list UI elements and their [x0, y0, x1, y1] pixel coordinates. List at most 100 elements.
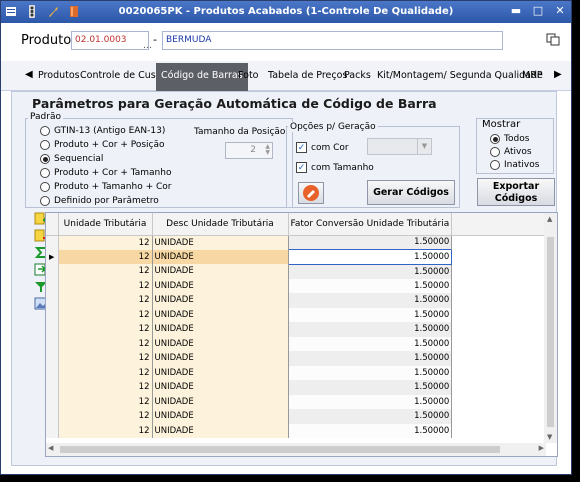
table-row[interactable]: 12 UNIDADE 1.50000: [46, 278, 555, 293]
table-cell[interactable]: 12: [58, 394, 153, 409]
scroll-left-icon[interactable]: ◀: [48, 444, 53, 452]
table-cell[interactable]: 12: [58, 365, 153, 380]
tab-controle-de-custo[interactable]: Controle de Custo: [80, 70, 165, 81]
col-header-fator-conversao[interactable]: Fator Conversão Unidade Tributária: [288, 213, 453, 236]
maximize-button[interactable]: □: [531, 4, 545, 18]
row-indicator[interactable]: [46, 394, 59, 409]
table-cell[interactable]: 12: [58, 307, 153, 322]
col-header-unidade-tributaria[interactable]: Unidade Tributária: [58, 213, 153, 236]
exportar-codigos-button[interactable]: Exportar Códigos: [477, 178, 555, 206]
eraser-button[interactable]: [298, 182, 324, 204]
table-cell[interactable]: 1.50000: [288, 307, 453, 322]
table-cell[interactable]: 1.50000: [287, 249, 453, 265]
row-indicator[interactable]: [46, 307, 59, 322]
vertical-scrollbar[interactable]: ▲ ▼: [544, 213, 557, 443]
table-cell[interactable]: UNIDADE: [152, 423, 289, 438]
table-cell[interactable]: UNIDADE: [152, 351, 289, 366]
padrao-option-produto-cor-tamanho[interactable]: Produto + Cor + Tamanho: [40, 168, 171, 178]
row-indicator[interactable]: [46, 235, 59, 250]
table-cell[interactable]: 12: [58, 264, 153, 279]
table-cell[interactable]: UNIDADE: [152, 409, 289, 424]
table-cell[interactable]: 1.50000: [288, 293, 453, 308]
table-cell[interactable]: UNIDADE: [152, 336, 289, 351]
table-cell[interactable]: 12: [58, 293, 153, 308]
scroll-up-icon[interactable]: ▲: [547, 215, 552, 223]
table-cell[interactable]: 1.50000: [288, 380, 453, 395]
radio-indicator[interactable]: [490, 147, 500, 157]
padrao-option-produto-tamanho-cor[interactable]: Produto + Tamanho + Cor: [40, 182, 171, 192]
horizontal-scrollbar[interactable]: ◀ ▶: [46, 443, 546, 456]
tab-tabela-de-precos[interactable]: Tabela de Preços: [268, 70, 347, 81]
tab-foto[interactable]: Foto: [238, 70, 258, 81]
table-cell[interactable]: UNIDADE: [152, 249, 289, 264]
spinner-arrows-icon[interactable]: ▲ ▼: [265, 144, 270, 156]
radio-indicator[interactable]: [40, 182, 50, 192]
table-cell[interactable]: 1.50000: [288, 365, 453, 380]
row-indicator[interactable]: [46, 264, 59, 279]
table-cell[interactable]: 1.50000: [288, 394, 453, 409]
table-row[interactable]: ▶ 12 UNIDADE 1.50000: [46, 249, 555, 265]
table-cell[interactable]: UNIDADE: [152, 293, 289, 308]
radio-indicator[interactable]: [490, 134, 500, 144]
table-row[interactable]: 12 UNIDADE 1.50000: [46, 365, 555, 380]
tab-kit-montagem[interactable]: Kit/Montagem/ Segunda Qualidade: [377, 70, 543, 81]
table-cell[interactable]: UNIDADE: [152, 264, 289, 279]
table-cell[interactable]: 12: [58, 249, 153, 264]
table-cell[interactable]: 12: [58, 322, 153, 337]
table-row[interactable]: 12 UNIDADE 1.50000: [46, 380, 555, 395]
table-cell[interactable]: 12: [58, 380, 153, 395]
mostrar-option-todos[interactable]: Todos: [490, 134, 529, 144]
table-cell[interactable]: 1.50000: [288, 336, 453, 351]
product-description-field[interactable]: BERMUDA: [162, 31, 503, 50]
com-tamanho-checkbox[interactable]: ✓ com Tamanho: [296, 162, 374, 173]
table-cell[interactable]: UNIDADE: [152, 365, 289, 380]
row-indicator[interactable]: [46, 423, 59, 438]
close-button[interactable]: ✕: [553, 4, 567, 18]
table-cell[interactable]: 1.50000: [288, 322, 453, 337]
vertical-scroll-thumb[interactable]: [547, 237, 554, 427]
com-cor-checkbox[interactable]: ✓ com Cor: [296, 142, 349, 153]
radio-indicator[interactable]: [40, 154, 50, 164]
tab-packs[interactable]: Packs: [344, 70, 371, 81]
row-indicator[interactable]: [46, 278, 59, 293]
table-row[interactable]: 12 UNIDADE 1.50000: [46, 264, 555, 279]
col-header-desc-unidade-tributaria[interactable]: Desc Unidade Tributária: [152, 213, 289, 236]
radio-indicator[interactable]: [490, 160, 500, 170]
padrao-option-sequencial[interactable]: Sequencial: [40, 154, 103, 164]
row-indicator[interactable]: [46, 365, 59, 380]
table-row[interactable]: 12 UNIDADE 1.50000: [46, 423, 555, 438]
table-row[interactable]: 12 UNIDADE 1.50000: [46, 351, 555, 366]
table-cell[interactable]: UNIDADE: [152, 322, 289, 337]
table-row[interactable]: 12 UNIDADE 1.50000: [46, 235, 555, 250]
radio-indicator[interactable]: [40, 140, 50, 150]
radio-indicator[interactable]: [40, 196, 50, 206]
table-row[interactable]: 12 UNIDADE 1.50000: [46, 322, 555, 337]
radio-indicator[interactable]: [40, 126, 50, 136]
scroll-right-icon[interactable]: ▶: [539, 444, 544, 452]
tab-produtos[interactable]: Produtos: [38, 70, 80, 81]
cor-select[interactable]: ▼: [367, 138, 432, 155]
tab-mrp[interactable]: MRP: [522, 70, 543, 81]
table-cell[interactable]: UNIDADE: [152, 235, 289, 250]
scroll-down-icon[interactable]: ▼: [547, 433, 552, 441]
row-indicator[interactable]: [46, 380, 59, 395]
table-cell[interactable]: 12: [58, 423, 153, 438]
table-cell[interactable]: 12: [58, 409, 153, 424]
table-row[interactable]: 12 UNIDADE 1.50000: [46, 336, 555, 351]
table-cell[interactable]: 1.50000: [288, 409, 453, 424]
row-indicator[interactable]: [46, 293, 59, 308]
mostrar-option-inativos[interactable]: Inativos: [490, 160, 539, 170]
table-cell[interactable]: 12: [58, 278, 153, 293]
row-indicator[interactable]: ▶: [46, 249, 59, 264]
table-cell[interactable]: UNIDADE: [152, 380, 289, 395]
table-row[interactable]: 12 UNIDADE 1.50000: [46, 394, 555, 409]
table-row[interactable]: 12 UNIDADE 1.50000: [46, 293, 555, 308]
chevron-down-icon[interactable]: ▼: [417, 139, 431, 154]
padrao-option-definido-por-parametro[interactable]: Definido por Parâmetro: [40, 196, 159, 206]
table-row[interactable]: 12 UNIDADE 1.50000: [46, 307, 555, 322]
product-code-input[interactable]: 02.01.0003: [71, 31, 149, 50]
padrao-option-produto-cor-posicao[interactable]: Produto + Cor + Posição: [40, 140, 165, 150]
table-cell[interactable]: UNIDADE: [152, 278, 289, 293]
tamanho-posicao-spinner[interactable]: 2 ▲ ▼: [225, 142, 273, 159]
tab-prev-arrow[interactable]: ◀: [25, 69, 33, 80]
